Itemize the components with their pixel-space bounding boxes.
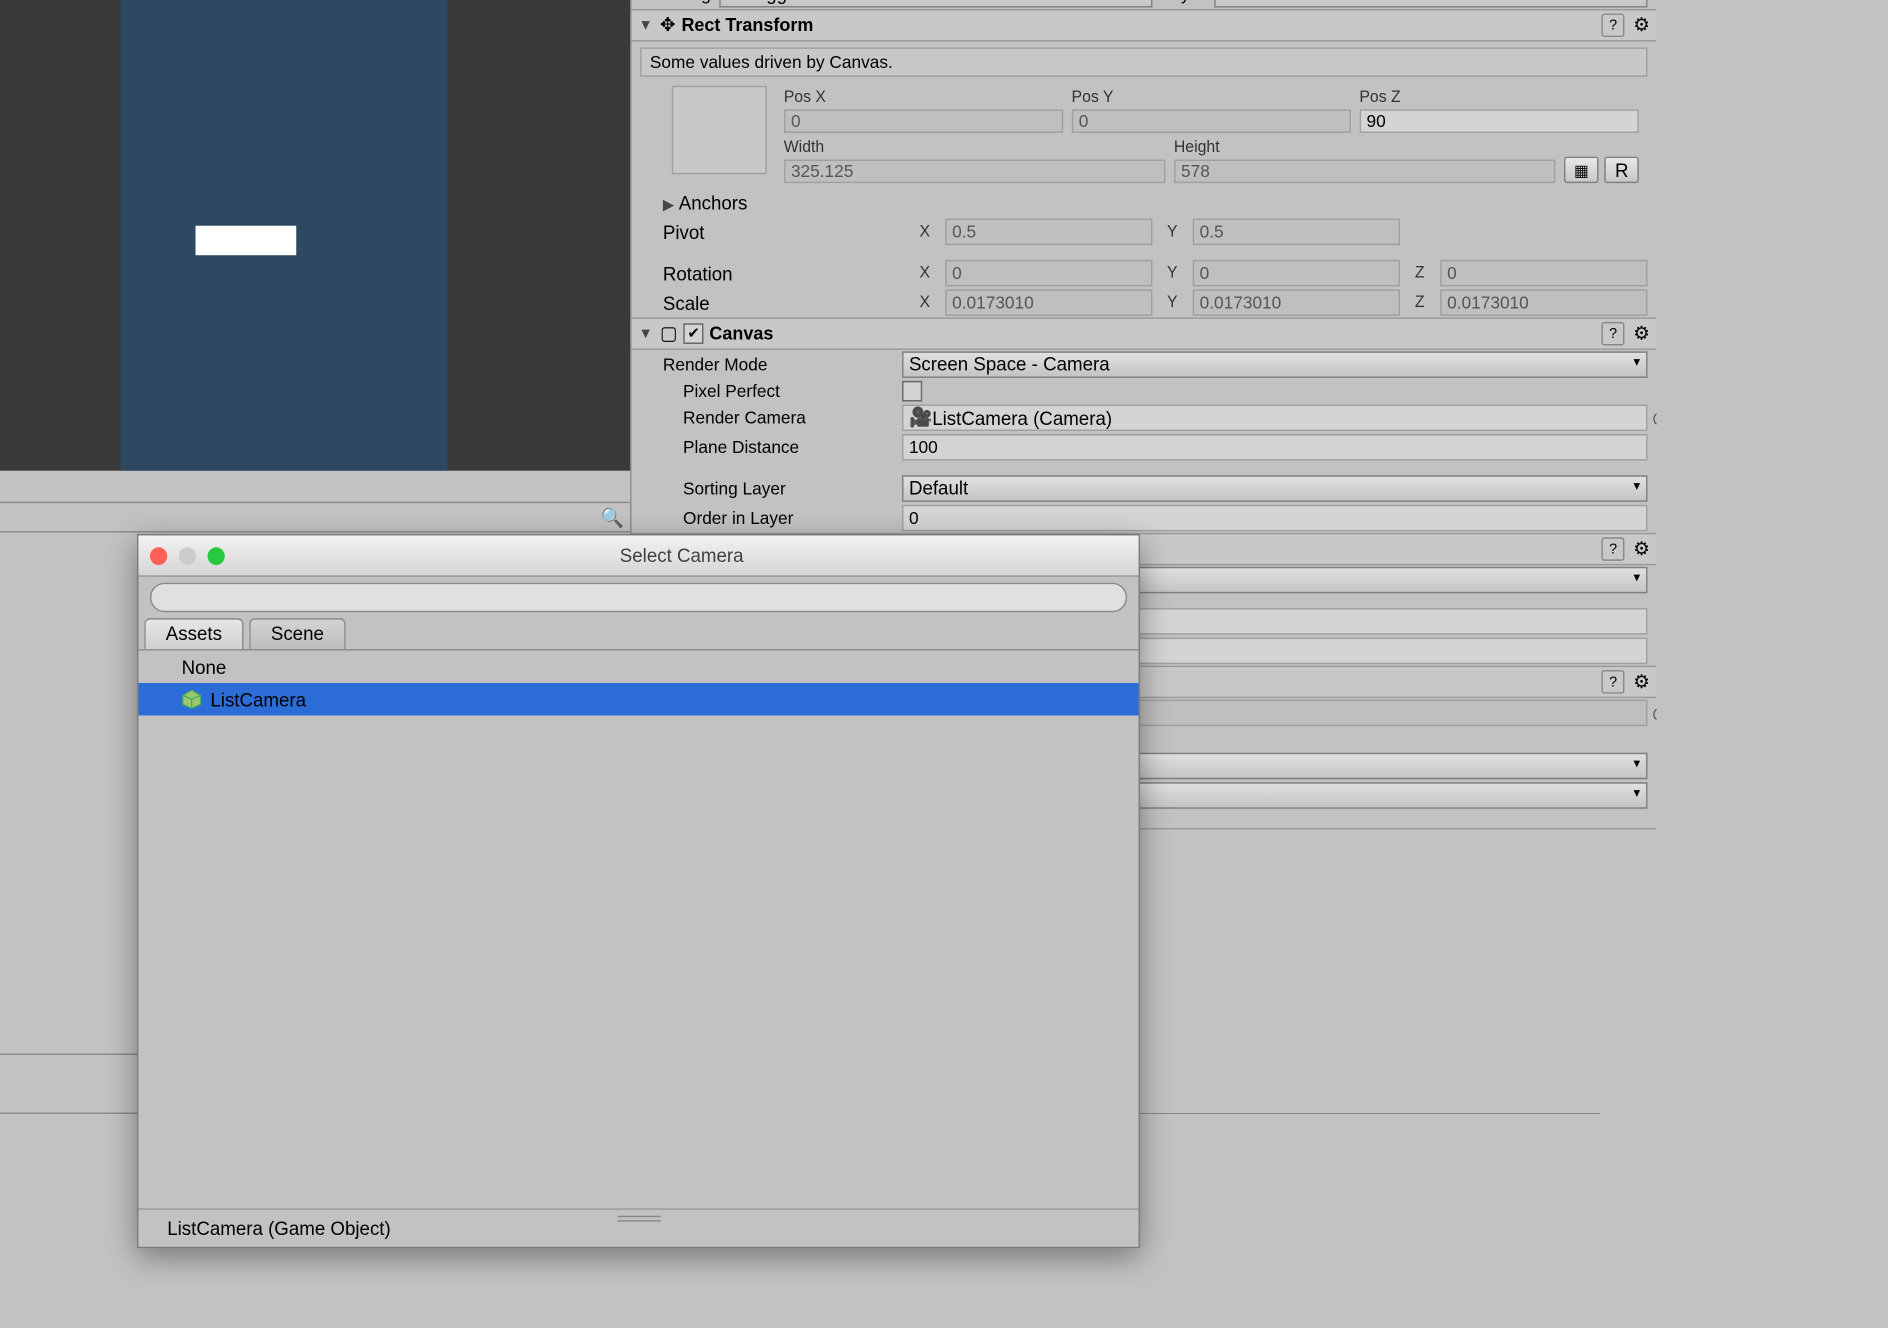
picker-status-bar: ListCamera (Game Object) bbox=[138, 1208, 1138, 1246]
rot-y[interactable] bbox=[1192, 260, 1399, 287]
picker-status-text: ListCamera (Game Object) bbox=[167, 1217, 391, 1239]
foldout-icon[interactable]: ▼ bbox=[637, 17, 654, 33]
game-view bbox=[0, 0, 630, 471]
posy-label: Pos Y bbox=[1072, 88, 1351, 106]
plane-distance-field[interactable] bbox=[902, 434, 1647, 461]
rect-transform-icon: ✥ bbox=[660, 13, 676, 37]
help-icon[interactable]: ? bbox=[1602, 537, 1625, 561]
search-icon[interactable]: 🔍 bbox=[601, 505, 624, 529]
picker-item-none[interactable]: None bbox=[138, 651, 1138, 683]
camera-icon: 🎥 bbox=[909, 406, 932, 430]
picker-search-field[interactable] bbox=[150, 583, 1127, 613]
picker-tabs: Assets Scene bbox=[138, 618, 1138, 650]
scale-label: Scale bbox=[663, 291, 905, 313]
blueprint-button[interactable]: ▦ bbox=[1564, 156, 1599, 183]
rotation-label: Rotation bbox=[663, 262, 905, 284]
object-picker-window: Select Camera 🔍 Assets Scene None ListCa… bbox=[137, 534, 1140, 1248]
plane-distance-label: Plane Distance bbox=[683, 437, 893, 458]
hierarchy-toolbar: Create 🔍 bbox=[0, 503, 630, 533]
object-picker-icon[interactable]: ◎ bbox=[1649, 407, 1656, 428]
render-mode-label: Render Mode bbox=[663, 354, 893, 375]
sorting-layer-label: Sorting Layer bbox=[683, 478, 893, 499]
picker-tab-scene[interactable]: Scene bbox=[249, 618, 345, 649]
anchors-foldout[interactable]: ▶ Anchors bbox=[631, 189, 1656, 217]
rot-x[interactable] bbox=[945, 260, 1152, 287]
tag-label: Tag bbox=[683, 0, 711, 4]
scale-y[interactable] bbox=[1192, 289, 1399, 316]
pivot-x[interactable] bbox=[945, 218, 1152, 245]
picker-close-button[interactable] bbox=[150, 547, 167, 565]
picker-zoom-button[interactable] bbox=[207, 547, 224, 565]
tag-layer-row: Tag Untagged Layer UI bbox=[631, 0, 1656, 9]
raw-edit-button[interactable]: R bbox=[1605, 156, 1639, 183]
gameobject-icon bbox=[181, 689, 201, 710]
posx-label: Pos X bbox=[784, 88, 1063, 106]
help-icon[interactable]: ? bbox=[1602, 670, 1625, 694]
gear-icon[interactable]: ⚙ bbox=[1633, 537, 1650, 561]
canvas-title: Canvas bbox=[709, 323, 773, 344]
scale-row: Scale X Y Z bbox=[631, 288, 1656, 318]
picker-title: Select Camera bbox=[236, 544, 1127, 566]
rotation-row: Rotation X Y Z bbox=[631, 258, 1656, 288]
foldout-icon[interactable]: ▼ bbox=[637, 325, 654, 341]
resize-grip[interactable] bbox=[617, 1216, 660, 1222]
layer-label: Layer bbox=[1162, 0, 1205, 4]
scale-x[interactable] bbox=[945, 289, 1152, 316]
picker-search: 🔍 bbox=[138, 577, 1138, 618]
picker-tab-assets[interactable]: Assets bbox=[144, 618, 243, 649]
pixel-perfect-label: Pixel Perfect bbox=[683, 381, 893, 402]
canvas-icon: ▢ bbox=[660, 322, 678, 346]
sorting-layer-dropdown[interactable]: Default bbox=[902, 475, 1647, 502]
height-field[interactable] bbox=[1174, 159, 1555, 183]
posx-field[interactable] bbox=[784, 109, 1063, 133]
layer-dropdown[interactable]: UI bbox=[1214, 0, 1648, 7]
pixel-perfect-checkbox[interactable] bbox=[902, 381, 922, 402]
anchor-preset[interactable] bbox=[672, 86, 767, 175]
gear-icon[interactable]: ⚙ bbox=[1633, 670, 1650, 694]
gear-icon[interactable]: ⚙ bbox=[1633, 322, 1650, 346]
picker-min-button bbox=[178, 547, 195, 565]
rect-transform-title: Rect Transform bbox=[681, 15, 813, 36]
canvas-enabled[interactable]: ✔ bbox=[683, 323, 703, 344]
posz-label: Pos Z bbox=[1359, 88, 1638, 106]
pivot-label: Pivot bbox=[663, 221, 905, 243]
tag-dropdown[interactable]: Untagged bbox=[720, 0, 1154, 7]
hierarchy-header: ≡ Hierarchy bbox=[0, 471, 630, 503]
picker-item-listcamera[interactable]: ListCamera bbox=[138, 683, 1138, 715]
ui-element bbox=[196, 226, 297, 256]
width-label: Width bbox=[784, 139, 1165, 157]
pivot-row: Pivot X Y bbox=[631, 217, 1656, 247]
picker-list: None ListCamera bbox=[138, 651, 1138, 1209]
render-mode-dropdown[interactable]: Screen Space - Camera bbox=[902, 351, 1647, 378]
posy-field[interactable] bbox=[1072, 109, 1351, 133]
width-field[interactable] bbox=[784, 159, 1165, 183]
render-camera-field[interactable]: 🎥ListCamera (Camera)◎ bbox=[902, 404, 1647, 431]
canvas-header[interactable]: ▼ ▢ ✔ Canvas ? ⚙ bbox=[631, 317, 1656, 349]
gear-icon[interactable]: ⚙ bbox=[1633, 13, 1650, 37]
posz-field[interactable] bbox=[1359, 109, 1638, 133]
rect-transform-header[interactable]: ▼ ✥ Rect Transform ? ⚙ bbox=[631, 9, 1656, 41]
rt-driven-note: Some values driven by Canvas. bbox=[640, 47, 1647, 77]
help-icon[interactable]: ? bbox=[1602, 322, 1625, 346]
render-camera-label: Render Camera bbox=[683, 407, 893, 428]
scale-z[interactable] bbox=[1440, 289, 1647, 316]
height-label: Height bbox=[1174, 139, 1555, 157]
picker-titlebar: Select Camera bbox=[138, 536, 1138, 577]
order-in-layer-field[interactable] bbox=[902, 505, 1647, 532]
rot-z[interactable] bbox=[1440, 260, 1647, 287]
object-picker-icon[interactable]: ◎ bbox=[1649, 702, 1656, 723]
pivot-y[interactable] bbox=[1192, 218, 1399, 245]
rect-transform-body: Pos X Pos Y Pos Z Width Height ▦R bbox=[631, 83, 1656, 189]
help-icon[interactable]: ? bbox=[1602, 13, 1625, 37]
order-in-layer-label: Order in Layer bbox=[683, 508, 893, 529]
